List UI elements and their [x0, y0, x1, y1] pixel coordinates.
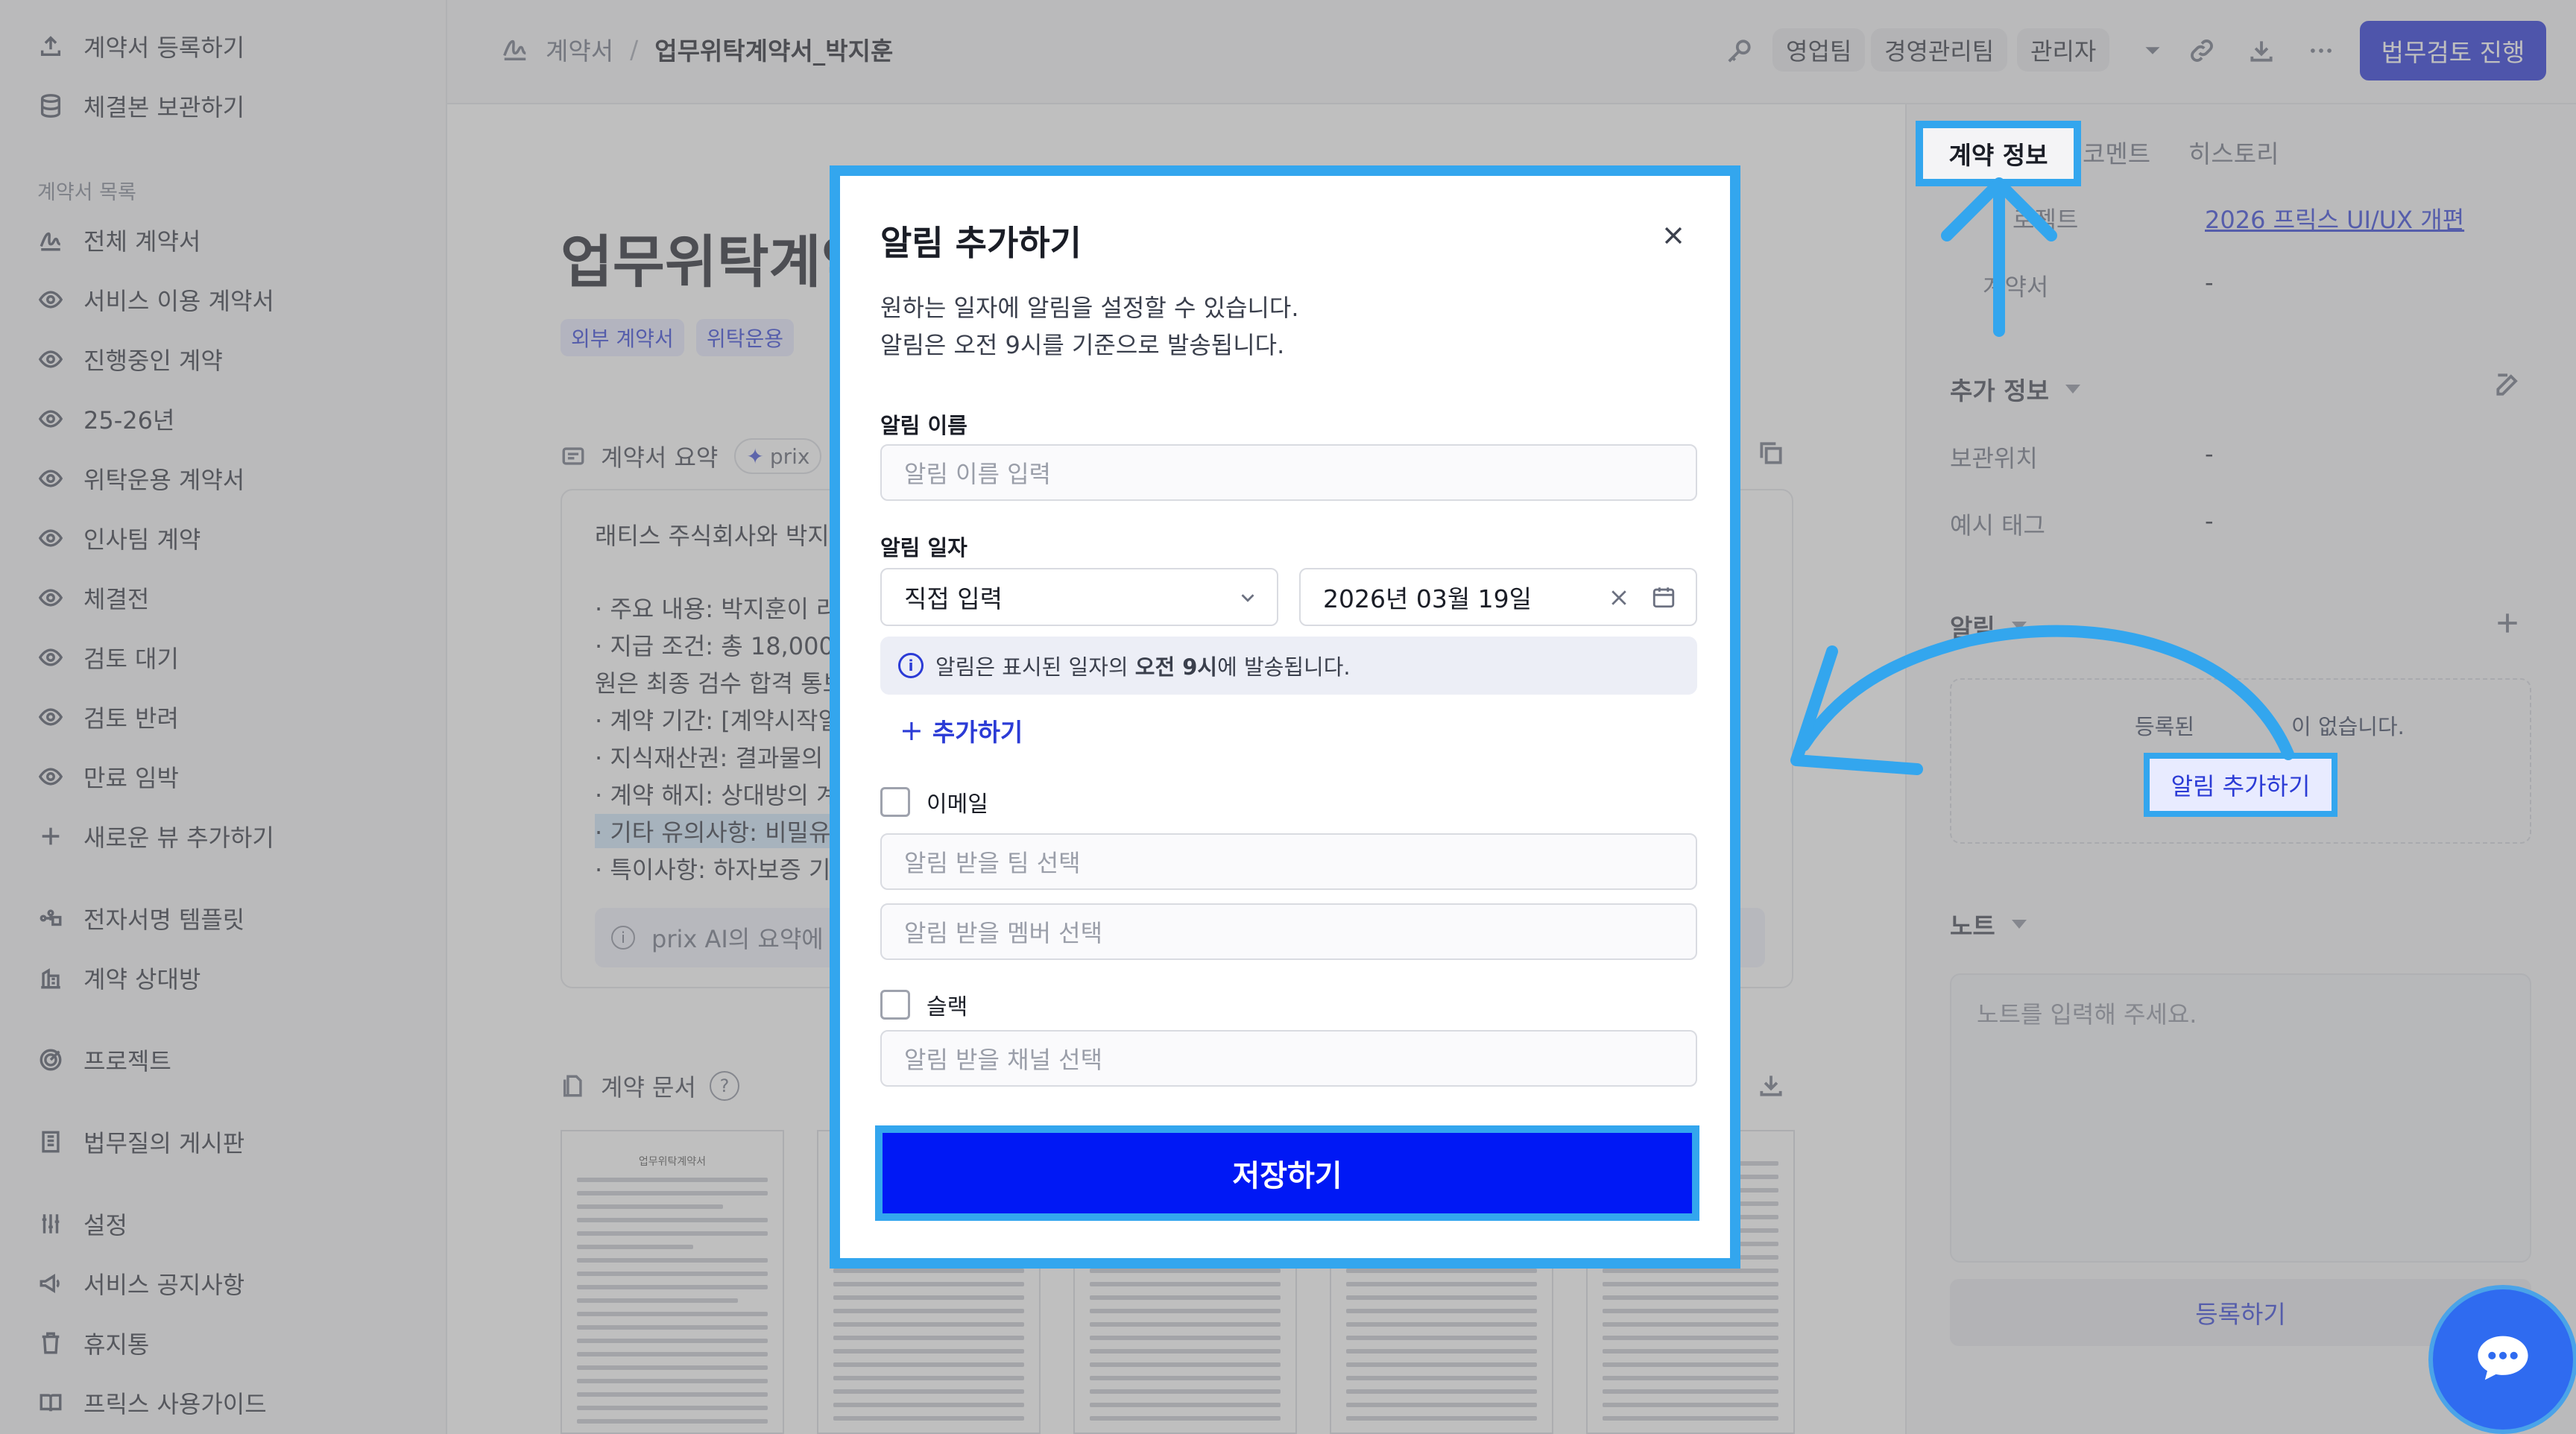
alarm-name-input[interactable]: 알림 이름 입력	[880, 444, 1697, 501]
date-mode-value: 직접 입력	[904, 584, 1003, 613]
chat-bubble-icon	[2472, 1327, 2534, 1392]
alarm-date-label: 알림 일자	[880, 535, 967, 560]
info-icon: i	[898, 653, 924, 678]
add-more-label: 추가하기	[932, 718, 1023, 747]
alarm-name-label: 알림 이름	[880, 413, 967, 438]
email-team-select[interactable]: 알림 받을 팀 선택	[880, 833, 1697, 890]
plus-icon: +	[900, 714, 924, 747]
tab-contract-info-label: 계약 정보	[1948, 141, 2048, 170]
modal-description-2: 알림은 오전 9시를 기준으로 발송됩니다.	[880, 331, 1285, 359]
info-text-suffix: 에 발송됩니다.	[1217, 654, 1351, 680]
alarm-add-button[interactable]: 알림 추가하기	[2144, 753, 2337, 817]
email-checkbox[interactable]: 이메일	[880, 786, 988, 818]
tab-contract-info[interactable]: 계약 정보	[1916, 121, 2081, 186]
save-button[interactable]: 저장하기	[883, 1133, 1692, 1213]
chat-button[interactable]	[2428, 1285, 2576, 1434]
date-value: 2026년 03월 19일	[1323, 584, 1532, 613]
info-text-bold: 오전 9시	[1134, 654, 1218, 680]
alarm-empty-text-right: 이 없습니다.	[2291, 714, 2405, 739]
date-picker-input[interactable]: 2026년 03월 19일	[1299, 568, 1697, 626]
add-more-button[interactable]: + 추가하기	[900, 713, 1023, 748]
info-text-prefix: 알림은 표시된 일자의	[935, 654, 1135, 680]
slack-channel-select[interactable]: 알림 받을 채널 선택	[880, 1030, 1697, 1087]
checkbox-box[interactable]	[880, 990, 910, 1020]
close-icon[interactable]	[1652, 215, 1694, 256]
modal-description-1: 원하는 일자에 알림을 설정할 수 있습니다.	[880, 294, 1299, 322]
checkbox-box[interactable]	[880, 787, 910, 817]
clear-icon[interactable]	[1608, 586, 1630, 615]
alarm-empty-text-left: 등록된	[2135, 714, 2195, 739]
email-member-select[interactable]: 알림 받을 멤버 선택	[880, 903, 1697, 960]
alarm-modal: 알림 추가하기 원하는 일자에 알림을 설정할 수 있습니다. 알림은 오전 9…	[840, 176, 1730, 1258]
modal-title: 알림 추가하기	[880, 223, 1082, 263]
chevron-down-icon	[1237, 586, 1259, 615]
calendar-icon[interactable]	[1651, 584, 1676, 616]
slack-label: 슬랙	[926, 994, 968, 1020]
send-time-info: i 알림은 표시된 일자의 오전 9시 에 발송됩니다.	[880, 637, 1697, 695]
alarm-empty-text: 등록된 이 없습니다.	[2135, 710, 2405, 741]
date-mode-select[interactable]: 직접 입력	[880, 568, 1278, 626]
slack-checkbox[interactable]: 슬랙	[880, 988, 967, 1021]
email-label: 이메일	[926, 792, 988, 818]
